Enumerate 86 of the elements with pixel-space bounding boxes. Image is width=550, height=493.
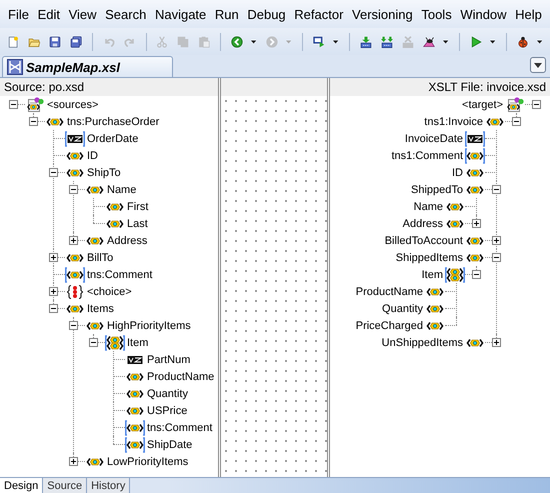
node-label[interactable]: Name: [107, 184, 136, 196]
target-header: XSLT File: invoice.xsd: [330, 78, 550, 96]
menu-item[interactable]: Versioning: [352, 6, 413, 22]
node-label[interactable]: ShipTo: [87, 166, 121, 178]
menu-item[interactable]: Edit: [38, 6, 60, 22]
view-tab[interactable]: History: [87, 478, 130, 493]
collapse-toggle[interactable]: [69, 185, 78, 194]
node-label[interactable]: PartNum: [147, 354, 190, 366]
mapping-canvas[interactable]: [218, 78, 330, 477]
caret-icon[interactable]: [536, 40, 542, 44]
node-label[interactable]: ShipDate: [147, 438, 192, 450]
node-label[interactable]: tns:Comment: [87, 268, 152, 280]
node-label[interactable]: ID: [87, 150, 98, 162]
node-label[interactable]: Address: [402, 218, 443, 230]
node-label[interactable]: ID: [452, 166, 463, 178]
node-label[interactable]: BillTo: [87, 252, 114, 264]
caret-icon[interactable]: [333, 40, 338, 44]
node-label[interactable]: ShippedTo: [411, 184, 463, 196]
node-label[interactable]: ProductName: [147, 370, 214, 382]
menu-item[interactable]: File: [8, 6, 29, 22]
node-label[interactable]: HighPriorityItems: [107, 320, 191, 332]
source-header: Source: po.xsd: [0, 78, 218, 96]
node-label[interactable]: ProductName: [356, 286, 423, 298]
node-label[interactable]: First: [127, 200, 148, 212]
new-file-icon[interactable]: [7, 34, 19, 50]
caret-icon[interactable]: [250, 40, 256, 44]
menu-item[interactable]: Search: [105, 6, 146, 22]
expand-toggle[interactable]: [492, 236, 501, 245]
caret-icon[interactable]: [490, 40, 496, 44]
tab-list-button[interactable]: [530, 57, 546, 73]
mapper-icon: [7, 59, 23, 75]
node-label[interactable]: tns1:Comment: [391, 150, 463, 162]
node-label[interactable]: BilledToAccount: [384, 234, 463, 246]
play-icon[interactable]: [470, 34, 482, 50]
collapse-toggle[interactable]: [472, 270, 481, 279]
view-tab[interactable]: Design: [0, 478, 44, 493]
node-label[interactable]: Name: [414, 200, 443, 212]
expand-toggle[interactable]: [49, 253, 58, 262]
expand-toggle[interactable]: [49, 287, 58, 296]
menu-item[interactable]: Debug: [247, 6, 286, 22]
node-label[interactable]: <target>: [462, 98, 503, 110]
menu-item[interactable]: Window: [460, 6, 507, 22]
node-label[interactable]: PriceCharged: [356, 320, 423, 332]
collapse-toggle[interactable]: [512, 117, 521, 126]
node-label[interactable]: OrderDate: [87, 132, 138, 144]
caret-icon[interactable]: [442, 40, 448, 44]
node-label[interactable]: <choice>: [87, 286, 132, 298]
expand-toggle[interactable]: [472, 219, 481, 228]
node-label[interactable]: Last: [127, 218, 148, 230]
collapse-toggle[interactable]: [29, 117, 38, 126]
node-label[interactable]: Quantity: [382, 302, 423, 314]
node-label[interactable]: USPrice: [147, 404, 188, 416]
editor-tab[interactable]: SampleMap.xsl: [2, 56, 173, 77]
node-label[interactable]: UnShippedItems: [382, 336, 463, 348]
node-label[interactable]: tns:PurchaseOrder: [67, 116, 160, 128]
expand-toggle[interactable]: [69, 457, 78, 466]
node-label[interactable]: Address: [107, 234, 148, 246]
expand-toggle[interactable]: [69, 236, 78, 245]
collapse-toggle[interactable]: [492, 253, 501, 262]
node-label[interactable]: InvoiceDate: [404, 132, 463, 144]
collapse-toggle[interactable]: [89, 338, 98, 347]
collapse-toggle[interactable]: [532, 100, 541, 109]
node-label[interactable]: Quantity: [147, 388, 188, 400]
node-label[interactable]: Item: [127, 336, 148, 348]
node-label[interactable]: Item: [422, 268, 443, 280]
collapse-toggle[interactable]: [492, 185, 501, 194]
collapse-toggle[interactable]: [49, 304, 58, 313]
menu-item[interactable]: Refactor: [294, 6, 344, 22]
menu-item[interactable]: Navigate: [154, 6, 206, 22]
collapse-toggle[interactable]: [69, 321, 78, 330]
view-tab[interactable]: Source: [43, 478, 88, 493]
menu-item[interactable]: Run: [214, 6, 239, 22]
node-label[interactable]: Items: [87, 302, 114, 314]
menu-item[interactable]: Help: [515, 6, 542, 22]
menu-item[interactable]: Tools: [421, 6, 452, 22]
node-label[interactable]: tns1:Invoice: [424, 116, 483, 128]
node-label[interactable]: tns:Comment: [147, 422, 212, 434]
collapse-toggle[interactable]: [49, 168, 58, 177]
node-label[interactable]: <sources>: [47, 98, 98, 110]
node-label[interactable]: ShippedItems: [396, 252, 463, 264]
expand-toggle[interactable]: [492, 338, 501, 347]
save-all-icon[interactable]: [70, 34, 82, 50]
menu-item[interactable]: View: [68, 6, 97, 22]
caret-icon: [534, 62, 542, 68]
collapse-toggle[interactable]: [9, 100, 18, 109]
node-label[interactable]: LowPriorityItems: [107, 456, 188, 468]
